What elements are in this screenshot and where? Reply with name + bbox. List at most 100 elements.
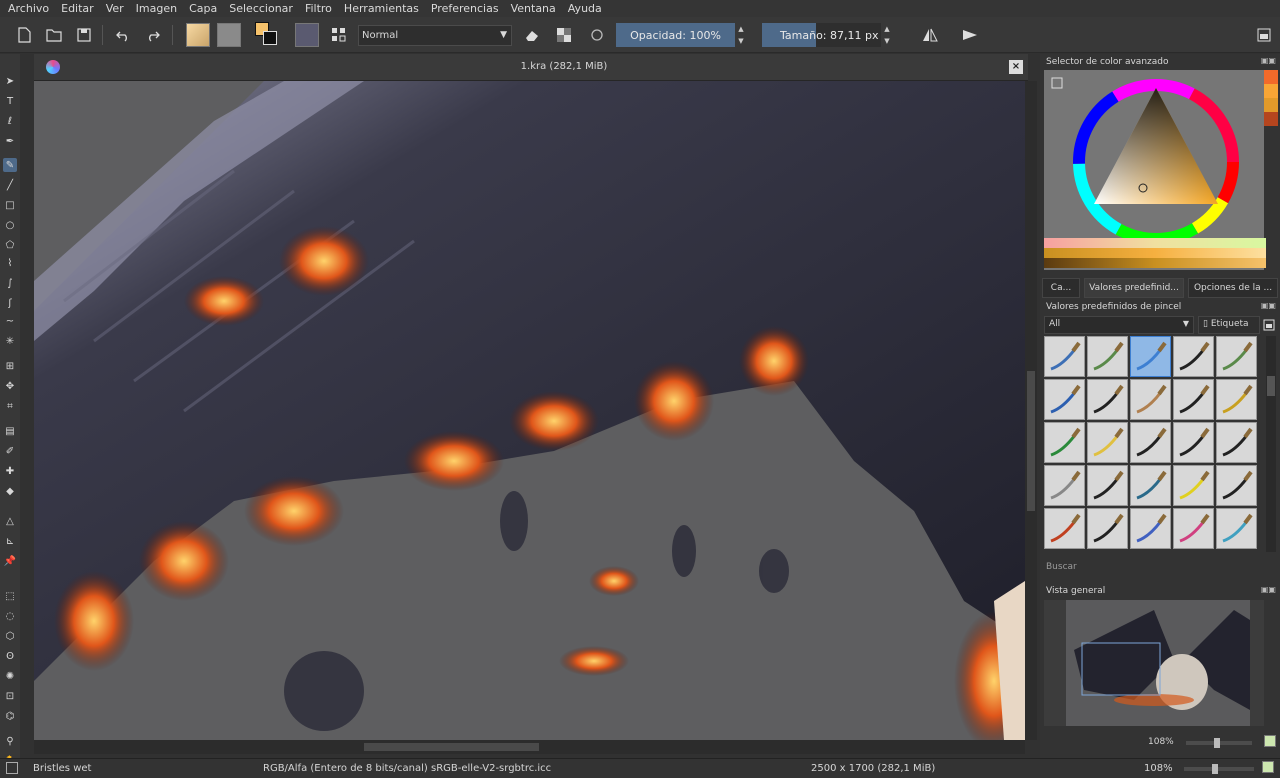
mirror-vertical-icon[interactable] [958, 23, 982, 47]
brush-preset-item[interactable] [1173, 422, 1214, 463]
brush-preset-item[interactable] [1087, 508, 1128, 549]
ellipse-icon[interactable]: ○ [3, 218, 17, 232]
scrollbar-thumb[interactable] [1267, 376, 1275, 396]
opacity-slider[interactable]: Opacidad: 100% [616, 23, 735, 47]
brush-preset-item[interactable] [1044, 336, 1085, 377]
multibrush-icon[interactable]: ✳ [3, 334, 17, 348]
crop-icon[interactable]: ⌗ [3, 399, 17, 413]
overview-image-icon[interactable] [1264, 735, 1276, 747]
fill-icon[interactable]: ◆ [3, 484, 17, 498]
polygon-select-icon[interactable]: ⬡ [3, 629, 17, 643]
line-icon[interactable]: ╱ [3, 178, 17, 192]
brush-editor-icon[interactable] [327, 23, 351, 47]
contiguous-select-icon[interactable]: ✺ [3, 669, 17, 683]
polygon-icon[interactable]: ⬠ [3, 238, 17, 252]
blend-mode-select[interactable]: Normal ▼ [358, 25, 512, 46]
overview-thumbnail[interactable] [1044, 600, 1264, 726]
fg-bg-color-selector[interactable] [255, 22, 281, 48]
hue-bar[interactable] [1044, 238, 1266, 248]
edit-shapes-icon[interactable]: ✒ [3, 134, 17, 148]
brush-preset-item[interactable] [1173, 465, 1214, 506]
gradient-icon[interactable]: ▤ [3, 424, 17, 438]
calligraphy-icon[interactable]: ℓ [3, 114, 17, 128]
polyline-icon[interactable]: ⌇ [3, 256, 17, 270]
pointer-icon[interactable]: ➤ [3, 74, 17, 88]
reference-icon[interactable]: 📌 [3, 554, 17, 568]
brush-preset-item[interactable] [1173, 336, 1214, 377]
background-color[interactable] [263, 31, 277, 45]
menu-item-ayuda[interactable]: Ayuda [568, 2, 602, 15]
display-options-icon[interactable] [1260, 316, 1278, 334]
size-spinner[interactable]: ▲ ▼ [882, 23, 892, 47]
menu-item-archivo[interactable]: Archivo [8, 2, 49, 15]
brush-preset-item[interactable] [1130, 508, 1171, 549]
recent-color-swatch[interactable] [1264, 112, 1278, 126]
new-document-icon[interactable] [12, 23, 36, 47]
overview-zoom-slider[interactable] [1186, 738, 1252, 748]
measure-icon[interactable]: ⊾ [3, 534, 17, 548]
close-icon[interactable]: × [1009, 60, 1023, 74]
similar-select-icon[interactable]: ⊡ [3, 689, 17, 703]
ellipse-select-icon[interactable]: ◌ [3, 609, 17, 623]
size-slider[interactable]: Tamaño: 87,11 px [762, 23, 881, 47]
presets-scrollbar[interactable] [1266, 336, 1276, 552]
scrollbar-thumb[interactable] [1027, 371, 1035, 511]
value-bar[interactable] [1044, 258, 1266, 268]
undo-icon[interactable] [111, 23, 135, 47]
brush-preset-item[interactable] [1087, 336, 1128, 377]
menu-item-ventana[interactable]: Ventana [511, 2, 556, 15]
brush-preset-item[interactable] [1130, 422, 1171, 463]
recent-colors[interactable] [1264, 70, 1278, 126]
eraser-icon[interactable] [520, 23, 544, 47]
menu-item-ver[interactable]: Ver [106, 2, 124, 15]
menu-item-editar[interactable]: Editar [61, 2, 94, 15]
brush-preset-button[interactable] [295, 23, 319, 47]
settings-icon[interactable] [1051, 77, 1063, 89]
redo-icon[interactable] [141, 23, 165, 47]
slider-knob[interactable] [1212, 764, 1218, 774]
tag-button[interactable]: ▯ Etiqueta [1198, 316, 1260, 334]
transform-icon[interactable]: ⊞ [3, 359, 17, 373]
bezier-select-icon[interactable]: ⌬ [3, 709, 17, 723]
canvas[interactable] [34, 81, 1025, 740]
brush-preset-item[interactable] [1130, 465, 1171, 506]
horizontal-scrollbar[interactable] [34, 740, 1025, 754]
color-picker-icon[interactable]: ✐ [3, 444, 17, 458]
brush-preset-item[interactable] [1216, 379, 1257, 420]
move-icon[interactable]: ✥ [3, 379, 17, 393]
freehand-path-icon[interactable]: ʃ [3, 296, 17, 310]
menu-item-preferencias[interactable]: Preferencias [431, 2, 499, 15]
bezier-icon[interactable]: ∫ [3, 276, 17, 290]
brush-preset-item[interactable] [1216, 336, 1257, 377]
color-wheel-graphic[interactable] [1044, 70, 1264, 245]
menu-item-seleccionar[interactable]: Seleccionar [229, 2, 293, 15]
open-folder-icon[interactable] [42, 23, 66, 47]
docker-float-close-icon[interactable]: ▣▣ [1261, 585, 1276, 594]
slider-knob[interactable] [1214, 738, 1220, 748]
menu-item-herramientas[interactable]: Herramientas [344, 2, 419, 15]
gradient-preset-button[interactable] [186, 23, 210, 47]
brush-preset-item[interactable] [1130, 379, 1171, 420]
opacity-spinner[interactable]: ▲ ▼ [736, 23, 746, 47]
menu-item-capa[interactable]: Capa [189, 2, 217, 15]
pattern-preset-button[interactable] [217, 23, 241, 47]
brush-preset-item[interactable] [1044, 508, 1085, 549]
docker-float-close-icon[interactable]: ▣▣ [1261, 301, 1276, 310]
workspace-chooser-icon[interactable] [1252, 23, 1276, 47]
brush-preset-item[interactable] [1130, 336, 1171, 377]
docker-float-close-icon[interactable]: ▣▣ [1261, 56, 1276, 65]
color-sliders[interactable] [1044, 238, 1266, 268]
text-icon[interactable]: T [3, 94, 17, 108]
assistant-icon[interactable]: △ [3, 514, 17, 528]
menu-item-imagen[interactable]: Imagen [136, 2, 177, 15]
tab-layers[interactable]: Ca... [1042, 278, 1080, 298]
freehand-select-icon[interactable]: ʘ [3, 649, 17, 663]
brush-preset-item[interactable] [1216, 465, 1257, 506]
zoom-icon[interactable]: ⚲ [3, 734, 17, 748]
scrollbar-thumb[interactable] [364, 743, 539, 751]
brush-preset-item[interactable] [1173, 508, 1214, 549]
document-tab[interactable]: 1.kra (282,1 MiB) × [34, 54, 1028, 81]
zoom-slider[interactable] [1184, 764, 1254, 774]
vertical-scrollbar[interactable] [1025, 81, 1037, 740]
brush-preset-item[interactable] [1044, 422, 1085, 463]
